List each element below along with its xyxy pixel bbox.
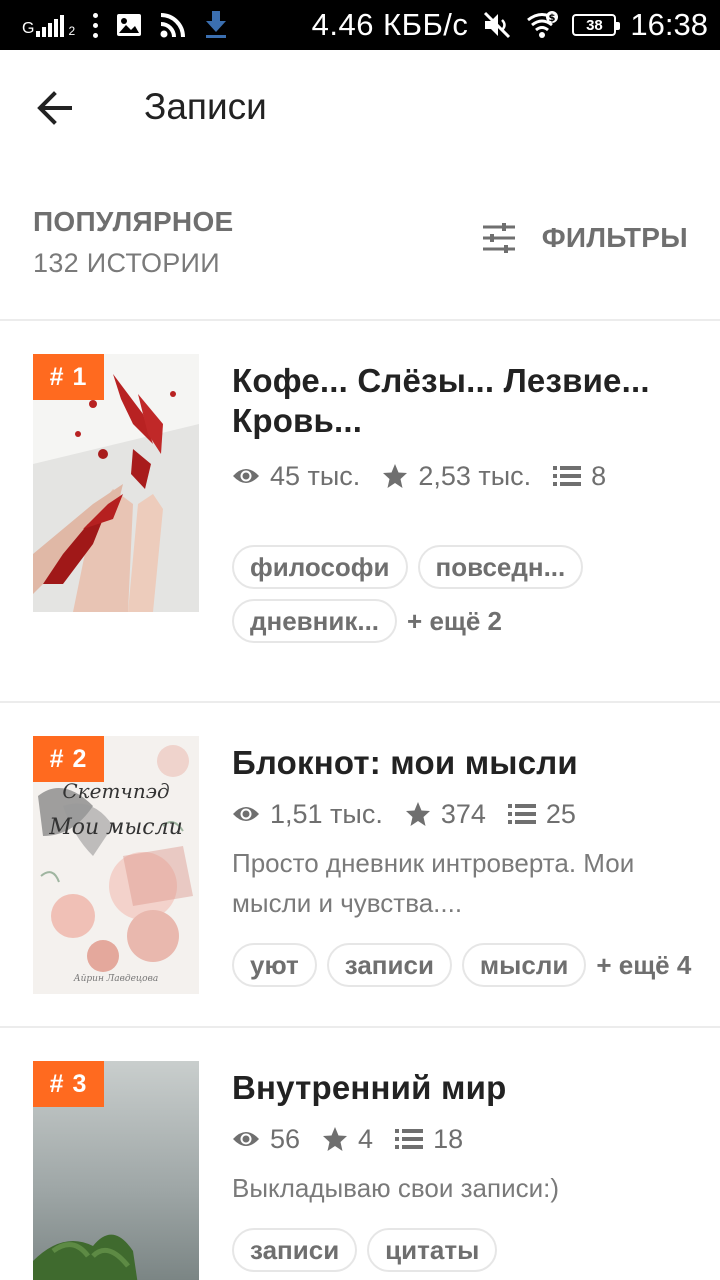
rank-badge: # 1	[33, 354, 104, 400]
views-stat: 45 тыс.	[232, 461, 360, 492]
list-icon	[395, 1129, 424, 1149]
eye-icon	[233, 1132, 259, 1146]
back-button[interactable]	[26, 78, 86, 138]
clock: 16:38	[630, 7, 708, 42]
views-count: 45 тыс.	[270, 460, 361, 491]
status-bar: G 2 4.46 КББ/с $ 38 16:38	[0, 0, 720, 50]
status-bar-left: G 2	[22, 9, 228, 41]
story-description: Выкладываю свои записи:)	[232, 1173, 560, 1203]
tag-chip[interactable]: дневник...	[232, 599, 398, 643]
story-info: Блокнот: мои мысли 1,51 тыс. 374 25 Прос…	[232, 743, 692, 987]
cover-signature: Айрин Лавдецова	[73, 974, 158, 984]
votes-count: 4	[358, 1123, 374, 1154]
mute-icon	[484, 11, 511, 39]
parts-count: 8	[591, 460, 607, 491]
star-icon	[323, 1127, 348, 1151]
list-icon	[553, 466, 582, 486]
wifi-icon: $	[527, 11, 559, 38]
votes-count: 374	[440, 798, 486, 829]
filters-label: ФИЛЬТРЫ	[541, 222, 688, 253]
votes-stat: 374	[405, 799, 486, 830]
parts-count: 25	[545, 798, 576, 829]
tag-chip[interactable]: уют	[232, 943, 317, 987]
story-card[interactable]: # 1 Кофе... Слёзы... Лезвие... Кровь... …	[0, 321, 720, 703]
rss-icon	[160, 13, 186, 38]
views-count: 56	[270, 1123, 301, 1154]
more-tags-link[interactable]: + ещё 2	[407, 606, 502, 637]
story-stats: 1,51 тыс. 374 25	[232, 797, 692, 831]
tag-list: уют записи мысли + ещё 4	[232, 943, 692, 987]
more-tags-link[interactable]: + ещё 4	[596, 950, 691, 981]
list-icon	[507, 804, 536, 824]
story-title[interactable]: Кофе... Слёзы... Лезвие... Кровь...	[232, 361, 692, 441]
story-info: Кофе... Слёзы... Лезвие... Кровь... 45 т…	[232, 361, 692, 643]
page-title: Записи	[144, 86, 267, 127]
story-info: Внутренний мир 56 4 18 Выкладываю свои з…	[232, 1068, 692, 1272]
tune-icon	[482, 223, 515, 253]
story-description: Просто дневник интроверта. Мои мысли и ч…	[232, 848, 635, 918]
download-icon	[206, 11, 227, 38]
tag-list: записи цитаты	[232, 1228, 692, 1272]
tag-chip[interactable]: записи	[326, 943, 452, 987]
signal-bars-icon	[36, 15, 65, 37]
story-stats: 56 4 18	[232, 1122, 692, 1156]
parts-stat: 8	[553, 461, 606, 492]
tag-chip[interactable]: повседн...	[417, 545, 584, 589]
image-icon	[117, 14, 142, 36]
parts-stat: 18	[395, 1124, 463, 1155]
votes-stat: 2,53 тыс.	[382, 461, 531, 492]
rank-badge: # 3	[33, 1061, 104, 1107]
battery-icon: 38	[572, 14, 621, 36]
battery-level: 38	[586, 16, 603, 34]
story-title[interactable]: Блокнот: мои мысли	[232, 743, 692, 783]
arrow-back-icon	[37, 91, 72, 125]
tag-list: философи повседн... дневник... + ещё 2	[232, 545, 612, 643]
section-title: ПОПУЛЯРНОЕ	[33, 206, 234, 237]
star-icon	[383, 464, 408, 488]
tag-chip[interactable]: философи	[232, 545, 408, 589]
views-stat: 1,51 тыс.	[232, 799, 383, 830]
status-bar-right: 4.46 КББ/с $ 38 16:38	[312, 6, 708, 44]
parts-count: 18	[433, 1123, 464, 1154]
votes-stat: 4	[322, 1124, 373, 1155]
story-card[interactable]: Скетчпэд Мои мысли Айрин Лавдецова # 2 Б…	[0, 703, 720, 1028]
more-vert-icon	[93, 12, 99, 38]
story-card[interactable]: # 3 Внутренний мир 56 4 18 Выкладываю св…	[0, 1028, 720, 1280]
cover-text-title: Скетчпэд	[62, 779, 169, 803]
app-bar: Записи	[0, 50, 720, 166]
votes-count: 2,53 тыс.	[418, 460, 532, 491]
tag-chip[interactable]: мысли	[461, 943, 587, 987]
filters-button[interactable]: ФИЛЬТРЫ	[482, 222, 688, 254]
svg-text:$: $	[549, 13, 556, 24]
tag-chip[interactable]: цитаты	[367, 1228, 498, 1272]
tag-chip[interactable]: записи	[232, 1228, 358, 1272]
net-speed: 4.46 КББ/с	[311, 7, 469, 42]
story-stats: 45 тыс. 2,53 тыс. 8	[232, 459, 692, 493]
views-count: 1,51 тыс.	[270, 798, 383, 829]
cover-text-subtitle: Мои мысли	[48, 815, 183, 840]
views-stat: 56	[232, 1124, 300, 1155]
parts-stat: 25	[507, 798, 576, 830]
eye-icon	[233, 469, 259, 483]
story-count: 132 ИСТОРИИ	[33, 248, 220, 278]
rank-badge: # 2	[33, 736, 104, 782]
network-type-label: G	[22, 20, 35, 37]
story-title[interactable]: Внутренний мир	[232, 1068, 692, 1108]
signal-icon: G 2	[22, 13, 75, 37]
eye-icon	[233, 807, 259, 821]
section-header: ПОПУЛЯРНОЕ 132 ИСТОРИИ ФИЛЬТРЫ	[0, 166, 720, 321]
sim-number: 2	[68, 24, 76, 38]
star-icon	[405, 802, 430, 826]
